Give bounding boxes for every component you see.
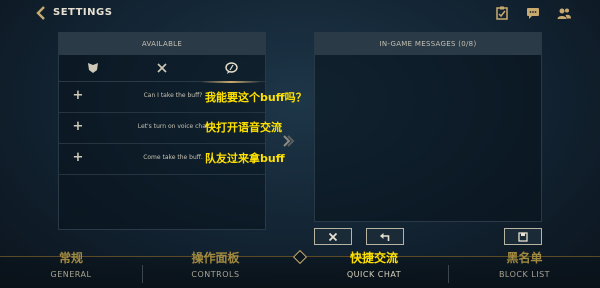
message-annotation: 我能要这个buff吗？ (205, 91, 307, 104)
tab-label: GENERAL (50, 270, 92, 279)
tab-label: BLOCK LIST (498, 270, 551, 279)
speech-bubble-icon (225, 62, 238, 74)
tab-label-cn: 常规 (58, 251, 83, 265)
chat-icon[interactable] (525, 5, 541, 21)
add-icon[interactable]: + (71, 88, 85, 103)
tab-swords[interactable] (128, 55, 196, 82)
tab-controls[interactable]: 操作面板 CONTROLS (143, 251, 288, 288)
message-annotation: 队友过来拿buff (205, 152, 285, 165)
undo-button[interactable] (366, 228, 404, 245)
tab-quick-chat[interactable]: 快捷交流 QUICK CHAT (300, 251, 448, 288)
tab-label: QUICK CHAT (346, 270, 402, 279)
ingame-messages-panel: IN-GAME MESSAGES (0/8) (314, 32, 542, 222)
undo-icon (380, 232, 390, 241)
friends-icon[interactable] (556, 5, 572, 21)
tab-label-cn: 快捷交流 (349, 251, 398, 265)
tab-speech[interactable] (197, 55, 265, 83)
tab-block-list[interactable]: 黑名单 BLOCK LIST (449, 251, 600, 288)
tab-label: CONTROLS (191, 270, 240, 279)
ingame-heading: IN-GAME MESSAGES (0/8) (315, 33, 541, 55)
save-icon (518, 231, 528, 242)
chevron-right-icon (280, 133, 296, 153)
page-title: SETTINGS (53, 7, 113, 18)
category-tabs (59, 55, 265, 83)
save-button[interactable] (504, 228, 542, 245)
clear-icon (328, 232, 338, 241)
shield-icon (88, 63, 98, 73)
clear-button[interactable] (314, 228, 352, 245)
tab-shield[interactable] (59, 55, 127, 82)
tab-label-cn: 黑名单 (506, 251, 543, 265)
crossed-swords-icon (157, 63, 167, 73)
tab-label-cn: 操作面板 (191, 251, 240, 265)
back-chevron-icon[interactable] (34, 5, 50, 21)
message-annotation: 快打开语音交流 (205, 121, 282, 134)
tab-general[interactable]: 常规 GENERAL (0, 251, 142, 288)
checklist-icon[interactable] (494, 5, 510, 21)
add-icon[interactable]: + (71, 150, 85, 165)
add-icon[interactable]: + (71, 119, 85, 134)
top-bar: SETTINGS (0, 0, 600, 28)
available-heading: AVAILABLE (59, 33, 265, 55)
